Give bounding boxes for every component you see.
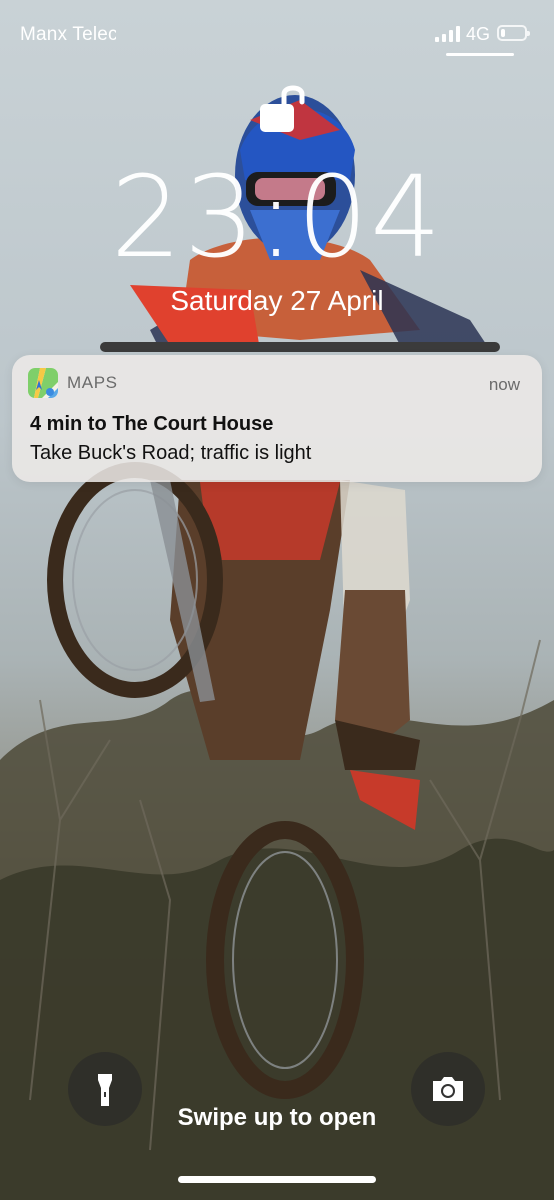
lock-screen-time: 23:04 <box>110 153 444 283</box>
battery-icon <box>497 25 530 41</box>
notification-app-name: MAPS <box>67 373 118 392</box>
carrier-name: Manx Telecom <box>20 24 116 45</box>
lock-screen-date: Saturday 27 April <box>170 285 384 316</box>
notification-body: Take Buck's Road; traffic is light <box>30 442 312 464</box>
control-center-indicator[interactable] <box>446 53 514 56</box>
status-bar: Manx Telecom 4G <box>0 0 554 70</box>
home-indicator[interactable] <box>178 1176 376 1183</box>
signal-strength-icon <box>435 26 461 42</box>
network-type: 4G <box>466 24 491 44</box>
maps-app-icon <box>28 368 58 398</box>
unlocked-padlock-icon <box>258 80 314 136</box>
battery-level <box>501 29 505 37</box>
swipe-up-hint: Swipe up to open <box>177 1104 377 1131</box>
notification-timestamp: now <box>488 375 520 394</box>
maps-notification[interactable]: MAPS now 4 min to The Court House Take B… <box>12 355 542 482</box>
lock-screen: Manx Telecom 4G 23:04 Saturday 27 April <box>0 0 554 1200</box>
notification-title: 4 min to The Court House <box>30 413 274 435</box>
